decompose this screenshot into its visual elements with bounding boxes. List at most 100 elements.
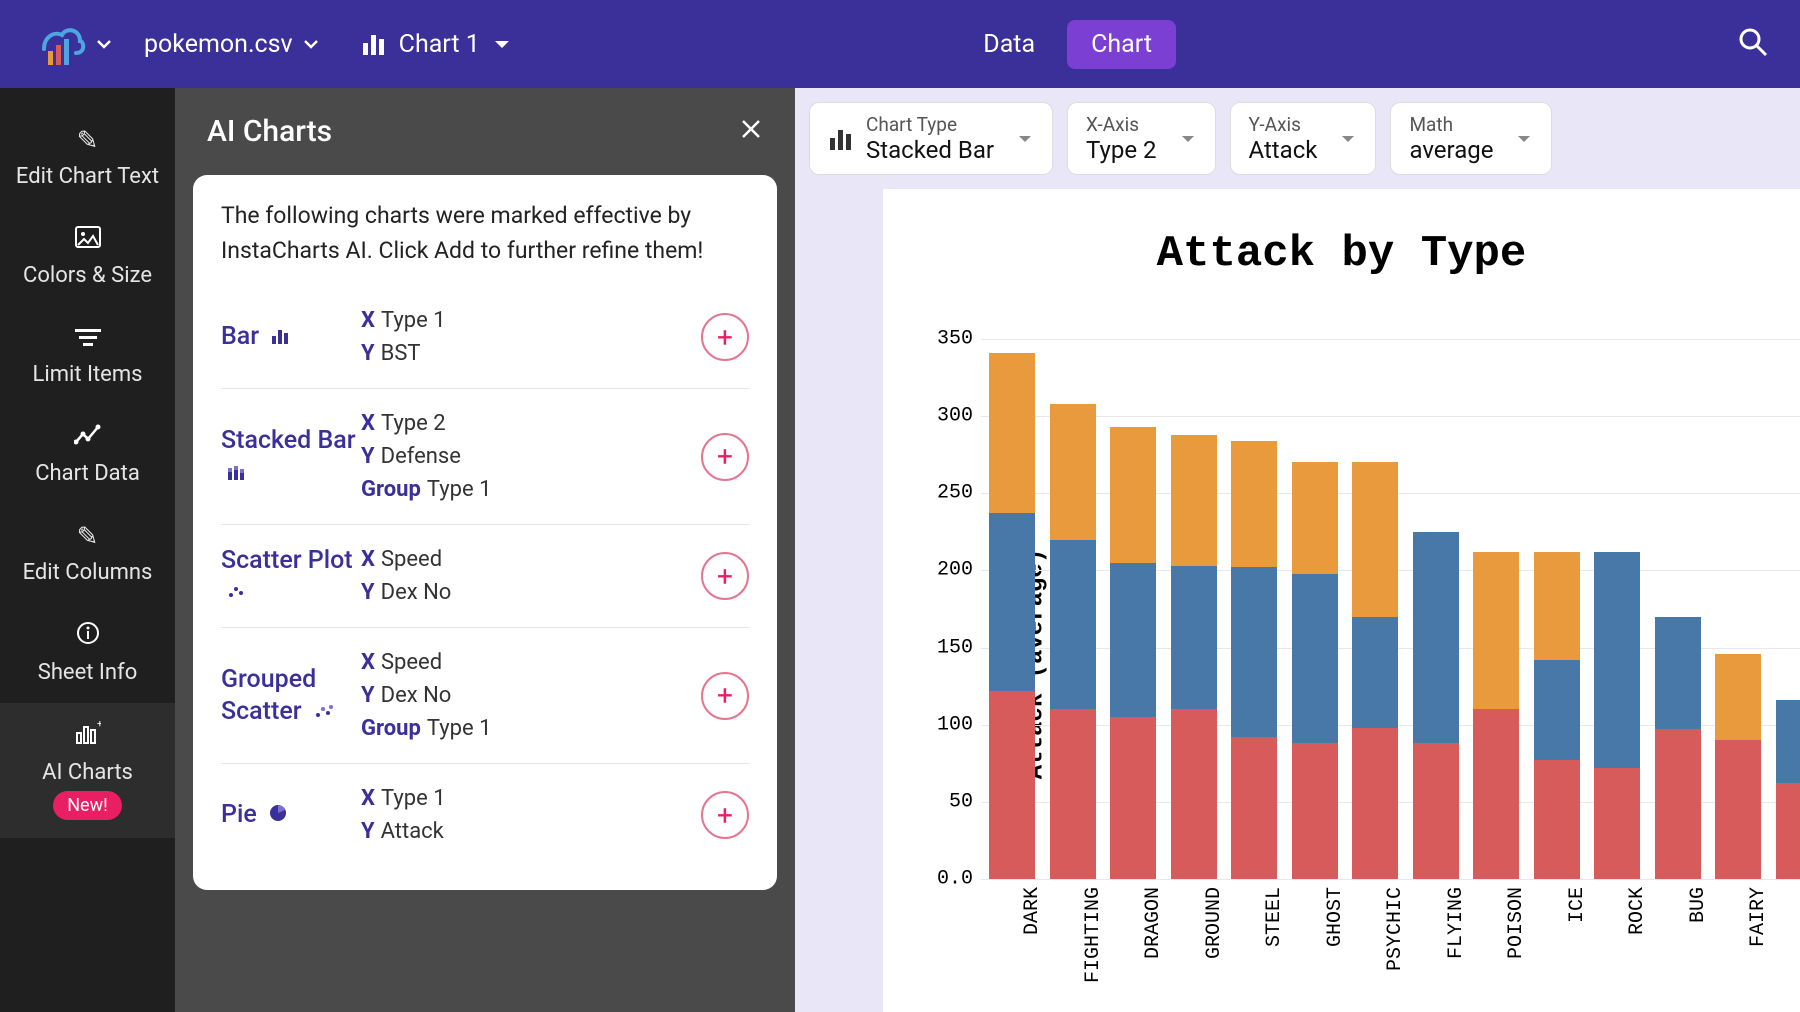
- bar-segment: [1594, 768, 1640, 879]
- chevron-down-icon: [1515, 130, 1533, 148]
- suggestion-meta: XSpeedYDex NoGroupType 1: [361, 646, 701, 745]
- stacked-bar-icon: [828, 126, 854, 152]
- new-badge: New!: [53, 791, 122, 820]
- add-suggestion-button[interactable]: +: [701, 672, 749, 720]
- bar-segment: [1050, 709, 1096, 879]
- bar-column: [1413, 532, 1459, 879]
- bar-segment: [1352, 462, 1398, 616]
- file-selector[interactable]: pokemon.csv: [144, 30, 321, 59]
- bar-column: [1110, 427, 1156, 879]
- pencil-icon: ✎: [77, 522, 99, 552]
- gridline: [981, 879, 1800, 880]
- panel-intro: The following charts were marked effecti…: [221, 199, 749, 268]
- bar-segment: [1110, 427, 1156, 563]
- suggestion-name: Pie: [221, 799, 361, 830]
- bar-segment: [1473, 552, 1519, 709]
- add-suggestion-button[interactable]: +: [701, 791, 749, 839]
- panel-title: AI Charts: [207, 114, 332, 149]
- pie-icon: [269, 806, 287, 827]
- bar-icon: [271, 328, 289, 349]
- x-tick-label: FAIRY: [1747, 887, 1770, 947]
- app-logo[interactable]: [30, 21, 114, 67]
- tab-chart[interactable]: Chart: [1067, 20, 1176, 69]
- bar-segment: [1292, 574, 1338, 744]
- bar-segment: [1655, 617, 1701, 730]
- bar-segment: [1655, 729, 1701, 879]
- sidebar-edit-columns[interactable]: ✎ Edit Columns: [0, 504, 175, 603]
- gridline: [981, 339, 1800, 340]
- add-suggestion-button[interactable]: +: [701, 552, 749, 600]
- info-icon: [76, 621, 100, 652]
- chart-surface: Attack by Type Attack (average) DARKFIGH…: [883, 189, 1800, 1012]
- chart-selector[interactable]: Chart 1: [361, 30, 512, 59]
- x-tick-label: PSYCHIC: [1384, 887, 1407, 971]
- bar-segment: [1534, 552, 1580, 660]
- chart-type-selector[interactable]: Chart TypeStacked Bar: [809, 102, 1053, 175]
- suggestion-meta: XType 2YDefenseGroupType 1: [361, 407, 701, 506]
- bar-column: [1171, 435, 1217, 879]
- bar-segment: [1352, 728, 1398, 879]
- x-axis-selector[interactable]: X-AxisType 2: [1067, 102, 1215, 175]
- bar-column: [989, 353, 1035, 879]
- canvas-area: Chart TypeStacked Bar X-AxisType 2 Y-Axi…: [795, 88, 1800, 1012]
- add-suggestion-button[interactable]: +: [701, 433, 749, 481]
- bar-column: [1352, 462, 1398, 879]
- y-axis-selector[interactable]: Y-AxisAttack: [1230, 102, 1377, 175]
- x-tick-label: GROUND: [1203, 887, 1226, 959]
- suggestion-row: Stacked Bar XType 2YDefenseGroupType 1 +: [221, 388, 749, 524]
- bar-segment: [1715, 654, 1761, 740]
- ai-charts-panel: AI Charts The following charts were mark…: [175, 88, 795, 1012]
- close-icon: [739, 117, 763, 141]
- sidebar-chart-data[interactable]: Chart Data: [0, 405, 175, 504]
- chevron-down-icon: [301, 34, 321, 54]
- math-selector[interactable]: Mathaverage: [1390, 102, 1552, 175]
- y-tick-label: 150: [937, 636, 973, 659]
- sidebar-edit-chart-text[interactable]: ✎ Edit Chart Text: [0, 108, 175, 207]
- bar-segment: [1413, 532, 1459, 743]
- sidebar-ai-charts[interactable]: + AI Charts New!: [0, 703, 175, 838]
- bar-segment: [989, 691, 1035, 879]
- svg-text:+: +: [97, 721, 101, 730]
- bar-segment: [1292, 462, 1338, 573]
- suggestion-row: Scatter Plot XSpeedYDex No +: [221, 524, 749, 627]
- chart-name: Chart 1: [399, 30, 480, 59]
- chart-controls: Chart TypeStacked Bar X-AxisType 2 Y-Axi…: [795, 102, 1800, 189]
- bar-segment: [1715, 740, 1761, 879]
- sidebar-limit-items[interactable]: Limit Items: [0, 306, 175, 405]
- bar-segment: [1473, 709, 1519, 879]
- topbar: pokemon.csv Chart 1 Data Chart: [0, 0, 1800, 88]
- file-name: pokemon.csv: [144, 30, 293, 59]
- suggestion-meta: XSpeedYDex No: [361, 543, 701, 609]
- bar-segment: [1231, 441, 1277, 568]
- sidebar-sheet-info[interactable]: Sheet Info: [0, 603, 175, 703]
- close-button[interactable]: [739, 115, 763, 148]
- y-tick-label: 250: [937, 482, 973, 505]
- suggestion-row: Bar XType 1YBST +: [221, 286, 749, 388]
- sidebar-colors-size[interactable]: Colors & Size: [0, 207, 175, 306]
- y-tick-label: 350: [937, 328, 973, 351]
- bar-column: [1473, 552, 1519, 879]
- x-tick-label: FIGHTING: [1082, 887, 1105, 983]
- bar-segment: [1413, 743, 1459, 879]
- stacked-bar-icon: [227, 464, 245, 485]
- search-button[interactable]: [1736, 25, 1770, 63]
- chart-title: Attack by Type: [883, 189, 1800, 309]
- bar-segment: [1776, 700, 1800, 783]
- bar-segment: [1171, 435, 1217, 566]
- sidebar: ✎ Edit Chart Text Colors & Size Limit It…: [0, 88, 175, 1012]
- pencil-icon: ✎: [77, 126, 99, 156]
- x-tick-label: STEEL: [1263, 887, 1286, 947]
- bar-segment: [1534, 760, 1580, 879]
- suggestion-row: Grouped Scatter XSpeedYDex NoGroupType 1…: [221, 627, 749, 763]
- bar-segment: [1231, 737, 1277, 879]
- suggestion-name: Scatter Plot: [221, 545, 361, 608]
- bar-chart-icon: [361, 31, 387, 57]
- bar-column: [1655, 617, 1701, 879]
- add-suggestion-button[interactable]: +: [701, 313, 749, 361]
- bar-column: [1776, 700, 1800, 879]
- bar-column: [1231, 441, 1277, 879]
- grouped-scatter-icon: [314, 703, 334, 724]
- tab-data[interactable]: Data: [959, 20, 1059, 69]
- bar-segment: [1171, 709, 1217, 879]
- x-tick-label: DRAGON: [1142, 887, 1165, 959]
